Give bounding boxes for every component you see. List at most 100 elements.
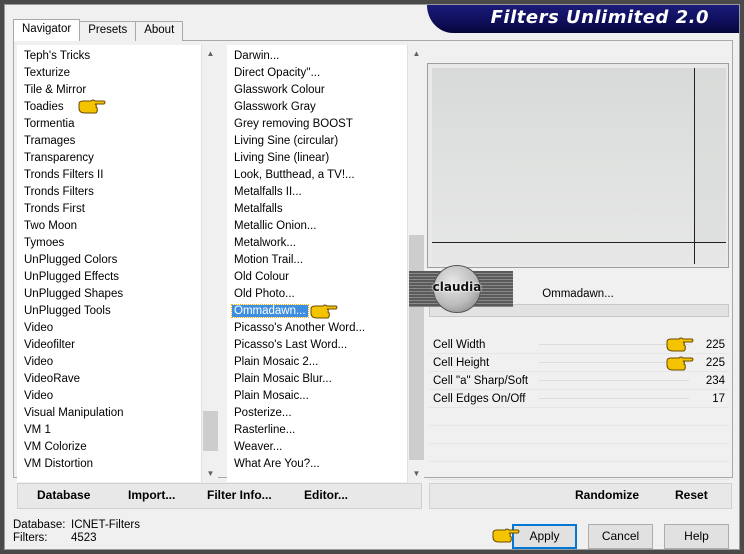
- category-item[interactable]: UnPlugged Colors: [17, 252, 218, 269]
- category-item[interactable]: UnPlugged Shapes: [17, 286, 218, 303]
- category-item[interactable]: VM 1: [17, 422, 218, 439]
- filter-item-label: Posterize...: [234, 407, 292, 419]
- category-item[interactable]: Tronds First: [17, 201, 218, 218]
- category-item[interactable]: Video: [17, 388, 218, 405]
- filter-item[interactable]: What Are You?...: [227, 456, 424, 473]
- filter-item[interactable]: Old Photo...: [227, 286, 424, 303]
- category-item[interactable]: VM Distortion: [17, 456, 218, 473]
- tab-presets[interactable]: Presets: [79, 21, 137, 41]
- filter-item[interactable]: Darwin...: [227, 48, 424, 65]
- filter-item[interactable]: Plain Mosaic...: [227, 388, 424, 405]
- filter-item[interactable]: Metalfalls: [227, 201, 424, 218]
- category-scrollbar[interactable]: ▲ ▼: [201, 45, 218, 482]
- filter-item[interactable]: Metalwork...: [227, 235, 424, 252]
- category-item[interactable]: VM Colorize: [17, 439, 218, 456]
- category-item[interactable]: UnPlugged Tools: [17, 303, 218, 320]
- category-item[interactable]: Toadies: [17, 99, 218, 116]
- filter-list[interactable]: Darwin... Direct Opacity''... Glasswork Co…: [227, 45, 424, 482]
- import-button[interactable]: Import...: [128, 488, 175, 502]
- filter-item-label: Metallic Onion...: [234, 220, 317, 232]
- editor-button[interactable]: Editor...: [304, 488, 348, 502]
- filter-item[interactable]: Living Sine (linear): [227, 150, 424, 167]
- filter-item-label: Living Sine (circular): [234, 135, 339, 147]
- filter-item[interactable]: Look, Butthead, a TV!...: [227, 167, 424, 184]
- filter-item[interactable]: Direct Opacity''...: [227, 65, 424, 82]
- randomize-button[interactable]: Randomize: [575, 488, 639, 502]
- category-item-label: Tymoes: [24, 237, 65, 249]
- category-item-label: VM Distortion: [24, 458, 94, 470]
- filters-count-value: 4523: [71, 532, 97, 544]
- help-button[interactable]: Help: [664, 524, 729, 549]
- param-cell-sharp-soft[interactable]: Cell "a" Sharp/Soft 234: [429, 372, 729, 390]
- category-item[interactable]: Video: [17, 320, 218, 337]
- filter-item[interactable]: Plain Mosaic Blur...: [227, 371, 424, 388]
- filter-item[interactable]: Rasterline...: [227, 422, 424, 439]
- filter-item[interactable]: Glasswork Gray: [227, 99, 424, 116]
- category-list[interactable]: Teph's Tricks Texturize Tile & Mirror Toadi…: [17, 45, 218, 482]
- filter-item[interactable]: Weaver...: [227, 439, 424, 456]
- filter-item[interactable]: Picasso's Another Word...: [227, 320, 424, 337]
- filter-item[interactable]: Glasswork Colour: [227, 82, 424, 99]
- filter-item[interactable]: Grey removing BOOST: [227, 116, 424, 133]
- database-button[interactable]: Database: [37, 488, 90, 502]
- filter-item-label: Plain Mosaic 2...: [234, 356, 319, 368]
- filter-info-button[interactable]: Filter Info...: [207, 488, 272, 502]
- param-empty-row: [429, 462, 729, 480]
- category-item[interactable]: Texturize: [17, 65, 218, 82]
- param-slider[interactable]: [539, 380, 689, 381]
- filter-item[interactable]: Motion Trail...: [227, 252, 424, 269]
- filter-item-label: Grey removing BOOST: [234, 118, 353, 130]
- category-item-label: Two Moon: [24, 220, 78, 232]
- filter-item-label: Plain Mosaic...: [234, 390, 309, 402]
- category-scroll-thumb[interactable]: [203, 411, 218, 451]
- filter-item-label: Glasswork Colour: [234, 84, 325, 96]
- param-empty-row: [429, 426, 729, 444]
- database-value: ICNET-Filters: [71, 519, 140, 531]
- param-value: 225: [705, 357, 725, 369]
- category-item[interactable]: UnPlugged Effects: [17, 269, 218, 286]
- filter-item[interactable]: Plain Mosaic 2...: [227, 354, 424, 371]
- category-item[interactable]: Tile & Mirror: [17, 82, 218, 99]
- pointing-hand-icon: [309, 304, 339, 320]
- category-item[interactable]: Tymoes: [17, 235, 218, 252]
- category-item[interactable]: Transparency: [17, 150, 218, 167]
- category-item-label: VM Colorize: [24, 441, 87, 453]
- reset-button[interactable]: Reset: [675, 488, 708, 502]
- category-item[interactable]: Teph's Tricks: [17, 48, 218, 65]
- scroll-up-arrow-icon[interactable]: ▲: [202, 45, 218, 62]
- scroll-up-arrow-icon[interactable]: ▲: [408, 45, 424, 62]
- param-cell-edges[interactable]: Cell Edges On/Off 17: [429, 390, 729, 408]
- category-item[interactable]: Videofilter: [17, 337, 218, 354]
- category-item[interactable]: Tormentia: [17, 116, 218, 133]
- filter-item[interactable]: Posterize...: [227, 405, 424, 422]
- scroll-down-arrow-icon[interactable]: ▼: [202, 465, 218, 482]
- left-button-bar: Database Import... Filter Info... Editor…: [17, 483, 422, 509]
- category-item[interactable]: Tronds Filters: [17, 184, 218, 201]
- param-slider[interactable]: [539, 398, 689, 399]
- param-label: Cell Width: [433, 339, 486, 351]
- scroll-down-arrow-icon[interactable]: ▼: [408, 465, 424, 482]
- cancel-button[interactable]: Cancel: [588, 524, 653, 549]
- pointing-hand-icon: [665, 337, 695, 353]
- filter-item-label: Look, Butthead, a TV!...: [234, 169, 355, 181]
- filter-item[interactable]: Metalfalls II...: [227, 184, 424, 201]
- category-item-label: Tramages: [24, 135, 76, 147]
- filter-item[interactable]: Metallic Onion...: [227, 218, 424, 235]
- filter-item-label: Old Colour: [234, 271, 289, 283]
- filter-item[interactable]: Picasso's Last Word...: [227, 337, 424, 354]
- filter-item[interactable]: Living Sine (circular): [227, 133, 424, 150]
- filter-item-label: Metalfalls II...: [234, 186, 302, 198]
- filter-item[interactable]: Old Colour: [227, 269, 424, 286]
- category-item[interactable]: Tramages: [17, 133, 218, 150]
- apply-button[interactable]: Apply: [512, 524, 577, 549]
- category-item[interactable]: Visual Manipulation: [17, 405, 218, 422]
- preview-grid-line: [694, 68, 695, 264]
- outer-frame: Filters Unlimited 2.0 Navigator Presets …: [0, 0, 744, 554]
- category-item[interactable]: Tronds Filters II: [17, 167, 218, 184]
- tab-navigator[interactable]: Navigator: [13, 19, 81, 41]
- category-item[interactable]: VideoRave: [17, 371, 218, 388]
- category-item[interactable]: Video: [17, 354, 218, 371]
- category-item[interactable]: Two Moon: [17, 218, 218, 235]
- tab-about[interactable]: About: [135, 21, 184, 41]
- category-item-label: VideoRave: [24, 373, 81, 385]
